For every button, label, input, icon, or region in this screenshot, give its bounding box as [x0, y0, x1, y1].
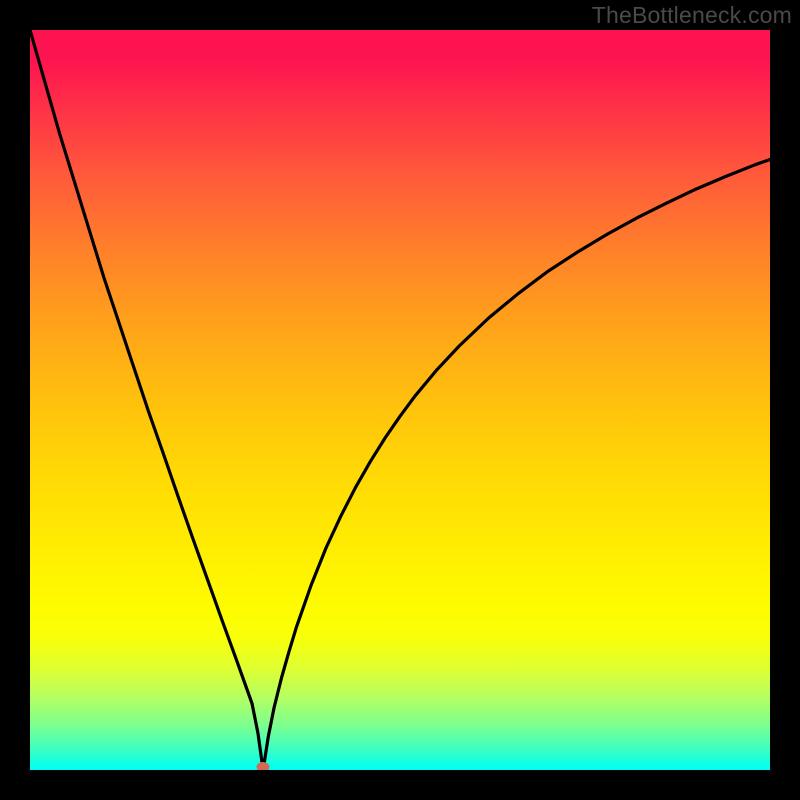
- chart-frame: TheBottleneck.com: [0, 0, 800, 800]
- curve-svg: [30, 30, 770, 770]
- plot-area: [30, 30, 770, 770]
- optimal-point-marker: [257, 762, 270, 770]
- watermark-text: TheBottleneck.com: [592, 2, 792, 29]
- bottleneck-curve: [30, 30, 770, 770]
